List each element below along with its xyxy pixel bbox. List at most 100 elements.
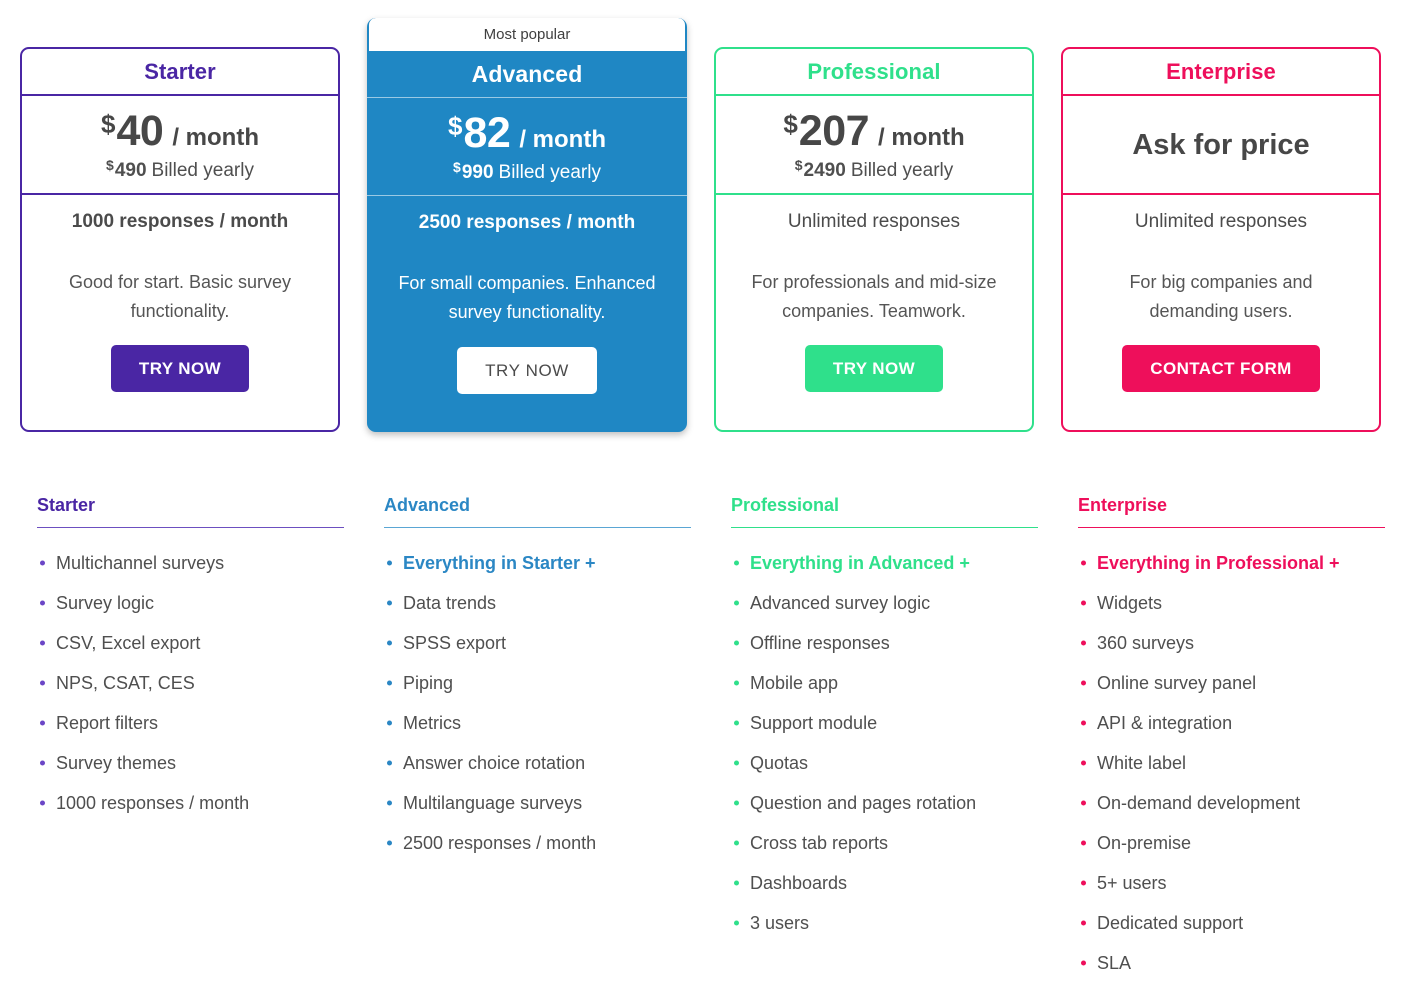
feature-list-item: White label	[1078, 743, 1385, 783]
feature-list-item: CSV, Excel export	[37, 623, 344, 663]
feature-list-item: Everything in Starter +	[384, 543, 691, 583]
feature-list-item: Metrics	[384, 703, 691, 743]
feature-list-item: 2500 responses / month	[384, 823, 691, 863]
feature-list-item: Cross tab reports	[731, 823, 1038, 863]
feature-list-item: Survey logic	[37, 583, 344, 623]
feature-column-advanced: Advanced Everything in Starter + Data tre…	[384, 495, 691, 863]
pricing-card-starter: Starter $ 40 / month $ 490 Billed yearly…	[20, 47, 340, 432]
plan-title-advanced: Advanced	[471, 60, 583, 87]
price-main: $ 82 / month	[448, 108, 606, 157]
currency-symbol: $	[448, 110, 463, 141]
feature-list-item: Piping	[384, 663, 691, 703]
plan-description-advanced: For small companies. Enhanced survey fun…	[398, 273, 656, 323]
plan-title-starter: Starter	[144, 58, 216, 84]
feature-list-item: Report filters	[37, 703, 344, 743]
ask-for-price-text: Ask for price	[1132, 129, 1310, 161]
try-now-button-professional[interactable]: TRY NOW	[804, 345, 944, 392]
price-yearly: $ 990 Billed yearly	[453, 158, 601, 184]
feature-list-item: 3 users	[731, 903, 1038, 943]
price-amount: 40	[116, 106, 164, 155]
feature-list-enterprise: Everything in Professional + Widgets 360 s…	[1078, 543, 1385, 983]
feature-list-advanced: Everything in Starter + Data trends SPSS e…	[384, 543, 691, 863]
feature-list-item: SLA	[1078, 943, 1385, 983]
price-block-enterprise: Ask for price	[1063, 96, 1379, 193]
price-main: $ 207 / month	[783, 106, 965, 155]
feature-list-item: Advanced survey logic	[731, 583, 1038, 623]
yearly-amount: 2490	[803, 159, 846, 181]
responses-quota-professional: Unlimited responses	[787, 210, 961, 232]
responses-quota-starter: 1000 responses / month	[71, 210, 289, 232]
feature-column-rule	[384, 527, 691, 528]
feature-list-item: Dashboards	[731, 863, 1038, 903]
pricing-card-professional: Professional $ 207 / month $ 2490 Billed…	[714, 47, 1034, 432]
yearly-currency-symbol: $	[106, 156, 114, 173]
yearly-label: Billed yearly	[498, 161, 601, 183]
feature-column-starter: Starter Multichannel surveys Survey logic…	[37, 495, 344, 823]
price-period: / month	[519, 125, 606, 153]
cta-wrapper: CONTACT FORM	[1063, 345, 1379, 430]
yearly-currency-symbol: $	[794, 156, 803, 173]
feature-list-item: API & integration	[1078, 703, 1385, 743]
price-yearly: $ 2490 Billed yearly	[794, 156, 954, 182]
feature-list-item: Online survey panel	[1078, 663, 1385, 703]
feature-list-item: SPSS export	[384, 623, 691, 663]
price-period: / month	[878, 123, 965, 151]
feature-column-title: Starter	[37, 495, 96, 515]
plan-description-enterprise: For big companies and demanding users.	[1129, 272, 1313, 322]
price-period: / month	[172, 123, 259, 151]
feature-list-item: NPS, CSAT, CES	[37, 663, 344, 703]
contact-form-button-enterprise[interactable]: CONTACT FORM	[1122, 345, 1320, 392]
feature-list-item: Dedicated support	[1078, 903, 1385, 943]
feature-column-rule	[37, 527, 344, 528]
price-main: $ 40 / month	[101, 106, 259, 155]
yearly-label: Billed yearly	[850, 159, 954, 181]
plan-description-starter: Good for start. Basic survey functionali…	[68, 272, 292, 322]
price-block-advanced: $ 82 / month $ 990 Billed yearly	[367, 98, 687, 195]
feature-column-title: Advanced	[384, 495, 471, 515]
yearly-amount: 990	[461, 161, 494, 183]
feature-list-item: 1000 responses / month	[37, 783, 344, 823]
yearly-amount: 490	[114, 159, 147, 181]
feature-list-item: Multichannel surveys	[37, 543, 344, 583]
plan-description-professional: For professionals and mid-size companies…	[751, 272, 997, 322]
feature-list-item: Widgets	[1078, 583, 1385, 623]
responses-quota-advanced: 2500 responses / month	[418, 211, 636, 233]
pricing-cards-row: Starter $ 40 / month $ 490 Billed yearly…	[0, 0, 1401, 450]
price-amount: 82	[463, 108, 511, 157]
feature-column-rule	[1078, 527, 1385, 528]
feature-list-item: Offline responses	[731, 623, 1038, 663]
feature-list-item: Survey themes	[37, 743, 344, 783]
most-popular-badge: Most popular	[369, 18, 685, 51]
feature-column-title: Enterprise	[1078, 495, 1168, 515]
feature-list-item: Data trends	[384, 583, 691, 623]
price-block-starter: $ 40 / month $ 490 Billed yearly	[22, 96, 338, 193]
currency-symbol: $	[783, 108, 798, 139]
cta-wrapper: TRY NOW	[22, 345, 338, 430]
pricing-card-enterprise: Enterprise Ask for price Unlimited respo…	[1061, 47, 1381, 432]
feature-list-item: Everything in Professional +	[1078, 543, 1385, 583]
feature-list-item: Answer choice rotation	[384, 743, 691, 783]
feature-list-professional: Everything in Advanced + Advanced survey …	[731, 543, 1038, 943]
pricing-page: Starter $ 40 / month $ 490 Billed yearly…	[0, 0, 1401, 997]
yearly-label: Billed yearly	[151, 159, 254, 181]
yearly-currency-symbol: $	[453, 158, 461, 175]
plan-title-enterprise: Enterprise	[1166, 58, 1276, 84]
feature-list-item: On-demand development	[1078, 783, 1385, 823]
cta-wrapper: TRY NOW	[367, 347, 687, 432]
feature-list-item: Support module	[731, 703, 1038, 743]
try-now-button-advanced[interactable]: TRY NOW	[457, 347, 597, 394]
price-amount: 207	[798, 106, 870, 155]
feature-column-rule	[731, 527, 1038, 528]
price-block-professional: $ 207 / month $ 2490 Billed yearly	[716, 96, 1032, 193]
feature-list-item: Multilanguage surveys	[384, 783, 691, 823]
currency-symbol: $	[101, 108, 116, 139]
feature-list-item: 360 surveys	[1078, 623, 1385, 663]
feature-column-professional: Professional Everything in Advanced + Adv…	[731, 495, 1038, 943]
feature-list-item: On-premise	[1078, 823, 1385, 863]
price-yearly: $ 490 Billed yearly	[106, 156, 254, 182]
feature-list-item: 5+ users	[1078, 863, 1385, 903]
pricing-card-advanced: Most popular Advanced $ 82 / month $ 990…	[367, 18, 687, 432]
responses-quota-enterprise: Unlimited responses	[1134, 210, 1308, 232]
try-now-button-starter[interactable]: TRY NOW	[110, 345, 250, 392]
feature-column-title: Professional	[731, 495, 840, 515]
